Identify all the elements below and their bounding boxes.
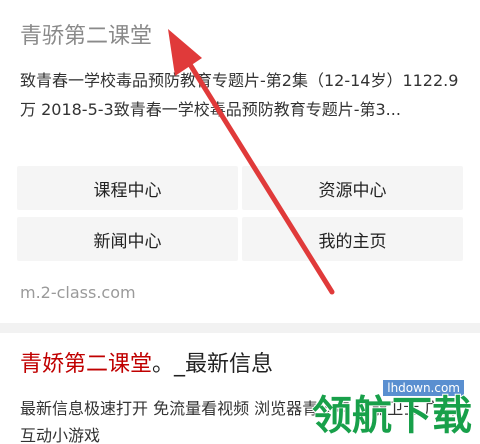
result-title-link[interactable]: 青骄第二课堂 xyxy=(20,22,152,52)
watermark-logo: lhdown.com 领航下载 xyxy=(286,378,473,439)
search-result-card: 青骄第二课堂 致青春一学校毒品预防教育专题片-第2集（12-14岁）1122.9… xyxy=(0,0,480,323)
sitelink-my-homepage-button[interactable]: 我的主页 xyxy=(242,217,463,261)
search-results-page: 青骄第二课堂 致青春一学校毒品预防教育专题片-第2集（12-14岁）1122.9… xyxy=(0,0,480,444)
result-title-link[interactable]: 青娇第二课堂。_最新信息 xyxy=(20,350,273,380)
sitelink-news-center-button[interactable]: 新闻中心 xyxy=(17,217,238,261)
sitelinks-grid: 课程中心 资源中心 新闻中心 我的主页 xyxy=(17,166,463,261)
sitelink-course-center-button[interactable]: 课程中心 xyxy=(17,166,238,210)
result-source-url[interactable]: m.2-class.com xyxy=(20,282,136,304)
title-highlight-text: 青娇第二课堂 xyxy=(20,352,153,377)
result-snippet: 致青春一学校毒品预防教育专题片-第2集（12-14岁）1122.9万 2018-… xyxy=(20,71,459,119)
watermark-text: 领航下载 xyxy=(311,393,473,439)
sitelink-resource-center-button[interactable]: 资源中心 xyxy=(242,166,463,210)
title-rest-text: 。_最新信息 xyxy=(152,352,274,377)
